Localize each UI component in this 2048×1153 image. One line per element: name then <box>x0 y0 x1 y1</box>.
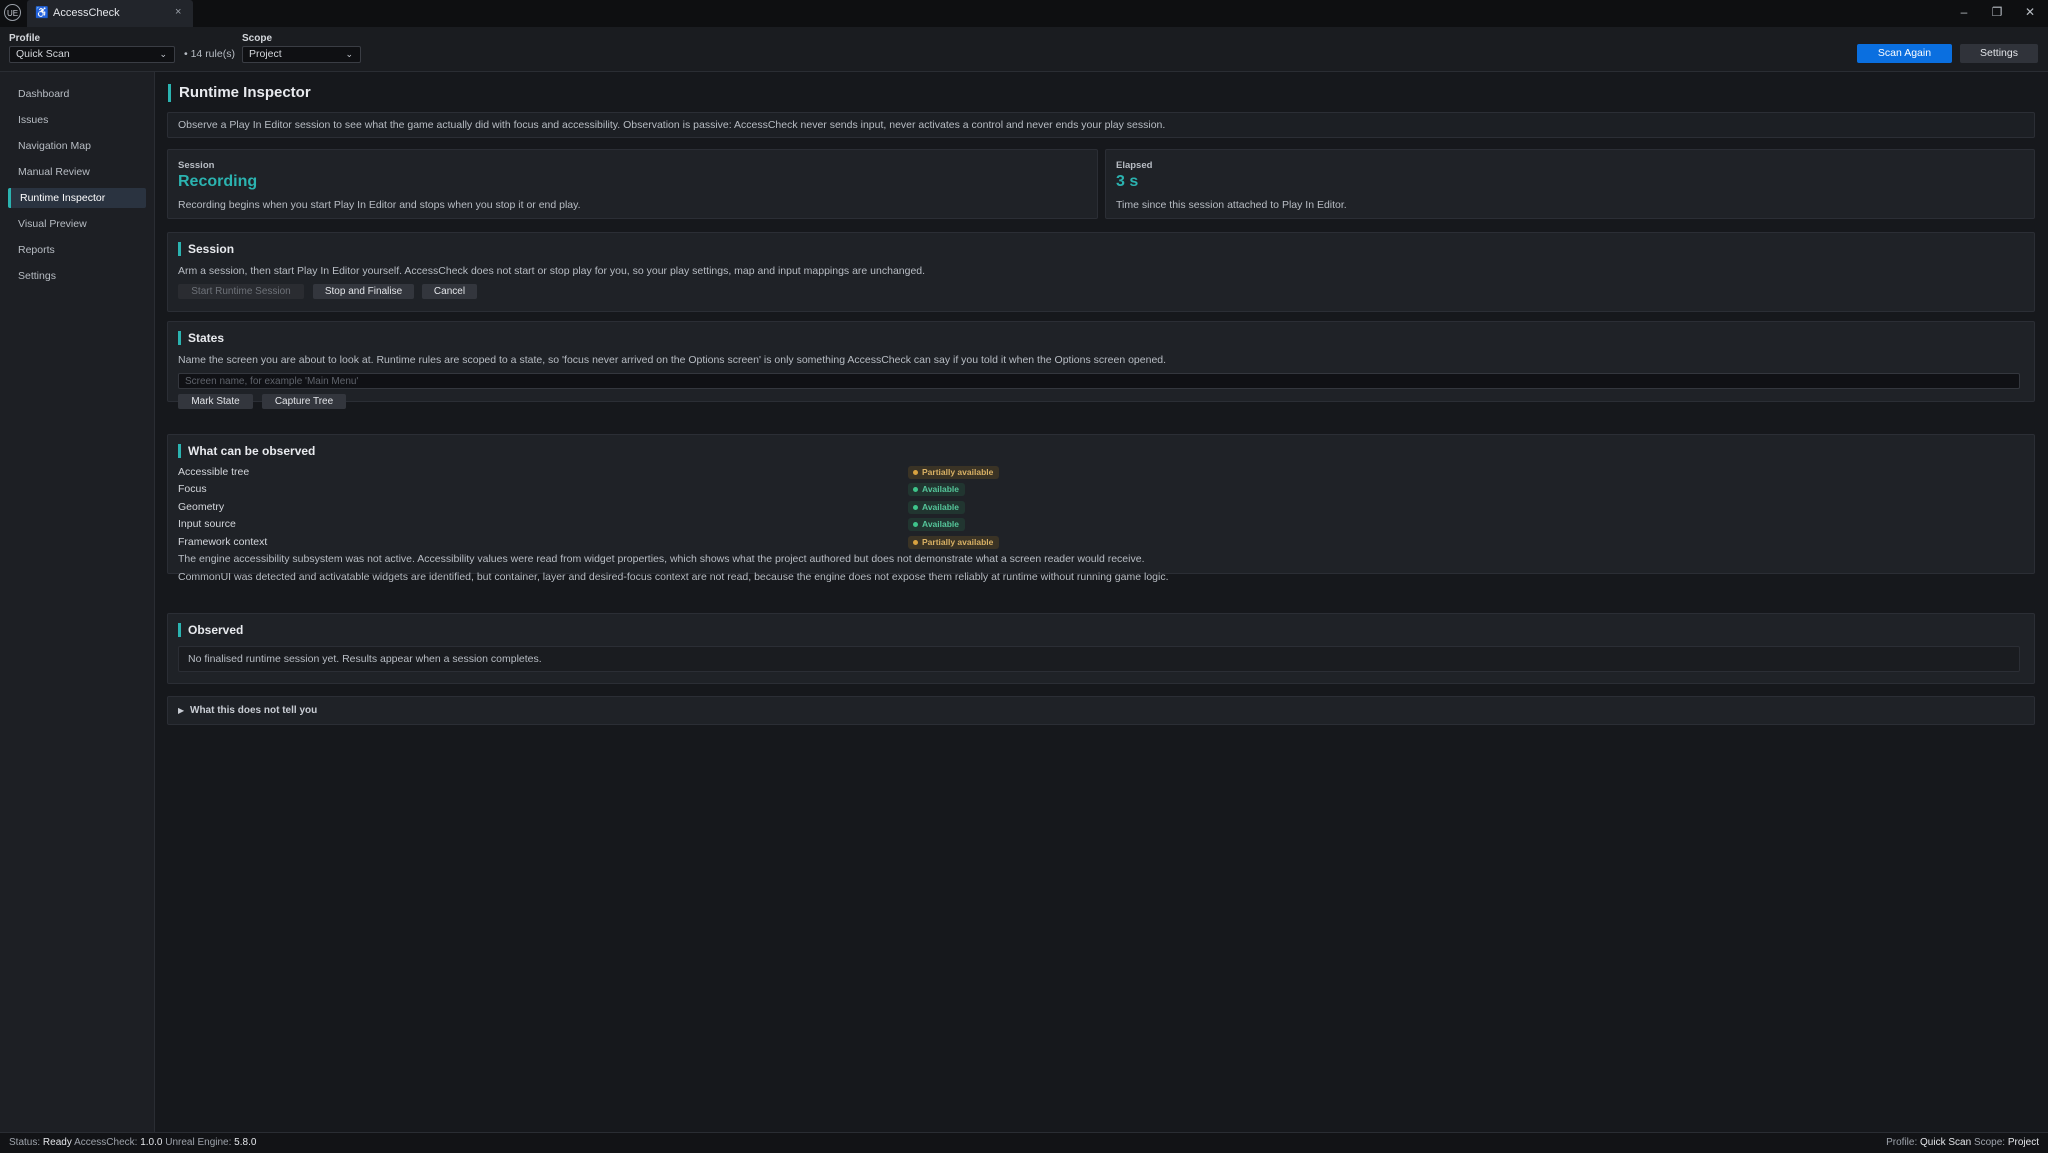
scope-label: Scope <box>242 33 273 44</box>
status-dot-icon <box>913 505 918 510</box>
status-badge: Partially available <box>908 536 1000 549</box>
status-value: Ready <box>42 1137 72 1148</box>
elapsed-stat-desc: Time since this session attached to Play… <box>1116 199 1347 211</box>
restore-icon[interactable]: ❐ <box>1982 2 2012 22</box>
profile-select-value: Quick Scan <box>16 48 70 60</box>
status-dot-icon <box>913 470 918 475</box>
observable-section: What can be observed Accessible tree Par… <box>167 434 2035 583</box>
elapsed-stat-card: Elapsed 3 s Time since this session atta… <box>1105 149 2035 219</box>
status-badge-label: Available <box>922 484 960 494</box>
observed-section: Observed No finalised runtime session ye… <box>167 613 2035 684</box>
settings-button[interactable]: Settings <box>1960 44 2038 63</box>
status-badge: Available <box>908 501 966 514</box>
unreal-logo-icon: UE <box>4 4 21 21</box>
status-dot-icon <box>913 522 918 527</box>
screen-name-input[interactable] <box>178 373 2020 389</box>
app-version-label: AccessCheck: <box>74 1137 138 1148</box>
rule-count: • 14 rule(s) <box>184 48 235 60</box>
status-badge-label: Available <box>922 519 960 529</box>
mark-state-button[interactable]: Mark State <box>178 394 253 409</box>
states-section-desc: Name the screen you are about to look at… <box>178 354 1167 366</box>
close-window-icon[interactable]: ✕ <box>2015 2 2045 22</box>
session-stat-card: Session Recording Recording begins when … <box>167 149 1098 219</box>
status-bar: Status: Ready AccessCheck: 1.0.0 Unreal … <box>0 1132 2048 1153</box>
session-stat-value: Recording <box>178 173 258 190</box>
cancel-button[interactable]: Cancel <box>422 284 477 299</box>
elapsed-stat-value: 3 s <box>1116 173 1139 190</box>
title-bar: UE ♿ AccessCheck × – ❐ ✕ <box>0 0 2048 27</box>
observed-empty-state: No finalised runtime session yet. Result… <box>178 646 2020 672</box>
status-badge-label: Partially available <box>922 537 994 547</box>
observable-note-subsystem: The engine accessibility subsystem was n… <box>178 553 1145 565</box>
observed-section-title: Observed <box>178 623 243 637</box>
sidebar-item-issues[interactable]: Issues <box>8 110 146 130</box>
status-profile-value: Quick Scan <box>1920 1137 1972 1148</box>
chevron-down-icon: ⌄ <box>159 49 167 59</box>
sidebar-item-settings[interactable]: Settings <box>8 266 146 286</box>
session-section: Session Arm a session, then start Play I… <box>167 232 2035 312</box>
disclosure-label: What this does not tell you <box>190 705 318 716</box>
engine-version-label: Unreal Engine: <box>165 1137 232 1148</box>
profile-label: Profile <box>9 33 41 44</box>
tab-accesscheck[interactable]: ♿ AccessCheck × <box>27 0 193 27</box>
tab-close-icon[interactable]: × <box>175 6 181 18</box>
scope-select-value: Project <box>249 48 282 60</box>
session-section-desc: Arm a session, then start Play In Editor… <box>178 265 926 277</box>
what-this-does-not-tell-you-disclosure[interactable]: ▶ What this does not tell you <box>167 696 2035 725</box>
status-profile-label: Profile: <box>1886 1137 1918 1148</box>
observable-name-geometry: Geometry <box>178 501 225 513</box>
status-badge: Available <box>908 518 966 531</box>
chevron-right-icon: ▶ <box>178 706 185 715</box>
states-section-title: States <box>178 331 224 345</box>
states-section: States Name the screen you are about to … <box>167 321 2035 409</box>
status-dot-icon <box>913 487 918 492</box>
status-badge: Available <box>908 483 966 496</box>
main-content: Runtime Inspector Observe a Play In Edit… <box>155 72 2048 1132</box>
accessibility-icon: ♿ <box>35 7 49 19</box>
sidebar-item-dashboard[interactable]: Dashboard <box>8 84 146 104</box>
observable-section-title: What can be observed <box>178 444 315 458</box>
stop-and-finalise-button[interactable]: Stop and Finalise <box>313 284 414 299</box>
toolbar: Profile Quick Scan ⌄ • 14 rule(s) Scope … <box>0 27 2048 72</box>
scan-again-button[interactable]: Scan Again <box>1857 44 1952 63</box>
observable-name-accessible-tree: Accessible tree <box>178 466 250 478</box>
sidebar-item-visual-preview[interactable]: Visual Preview <box>8 214 146 234</box>
engine-version-value: 5.8.0 <box>234 1137 257 1148</box>
profile-select[interactable]: Quick Scan ⌄ <box>9 46 175 63</box>
status-badge: Partially available <box>908 466 1000 479</box>
observable-name-input-source: Input source <box>178 518 236 530</box>
status-badge-label: Partially available <box>922 467 994 477</box>
status-right-group: Profile: Quick Scan Scope: Project <box>1886 1133 2039 1153</box>
observable-name-focus: Focus <box>178 483 207 495</box>
scope-select[interactable]: Project ⌄ <box>242 46 361 63</box>
status-label: Status: <box>9 1137 41 1148</box>
start-runtime-session-button[interactable]: Start Runtime Session <box>178 284 304 299</box>
sidebar-item-manual-review[interactable]: Manual Review <box>8 162 146 182</box>
tab-title: AccessCheck <box>53 7 120 19</box>
session-stat-desc: Recording begins when you start Play In … <box>178 199 581 211</box>
status-left-group: Status: Ready AccessCheck: 1.0.0 Unreal … <box>9 1133 256 1153</box>
observable-note-commonui: CommonUI was detected and activatable wi… <box>178 571 1169 583</box>
observable-name-framework-context: Framework context <box>178 536 268 548</box>
capture-tree-button[interactable]: Capture Tree <box>262 394 346 409</box>
sidebar-item-navigation-map[interactable]: Navigation Map <box>8 136 146 156</box>
chevron-down-icon: ⌄ <box>345 49 353 59</box>
sidebar: Dashboard Issues Navigation Map Manual R… <box>0 72 155 1132</box>
session-section-title: Session <box>178 242 234 256</box>
session-stat-label: Session <box>178 160 215 171</box>
minimize-icon[interactable]: – <box>1949 2 1979 22</box>
elapsed-stat-label: Elapsed <box>1116 160 1153 171</box>
sidebar-item-reports[interactable]: Reports <box>8 240 146 260</box>
page-title: Runtime Inspector <box>168 84 311 102</box>
sidebar-item-runtime-inspector[interactable]: Runtime Inspector <box>8 188 146 208</box>
status-scope-value: Project <box>2007 1137 2039 1148</box>
app-version-value: 1.0.0 <box>140 1137 163 1148</box>
status-dot-icon <box>913 540 918 545</box>
status-badge-label: Available <box>922 502 960 512</box>
intro-banner: Observe a Play In Editor session to see … <box>167 112 2035 138</box>
status-scope-label: Scope: <box>1973 1137 2006 1148</box>
